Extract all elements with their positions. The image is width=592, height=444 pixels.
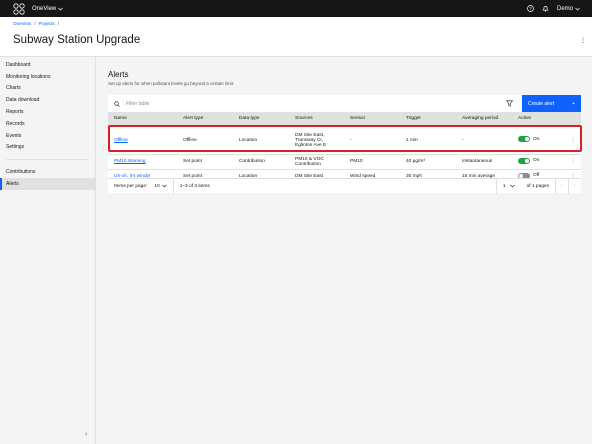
- sidebar-item-alerts[interactable]: Alerts: [0, 178, 95, 190]
- breadcrumb-separator: /: [57, 21, 59, 26]
- sidebar-item-events[interactable]: Events: [0, 130, 95, 142]
- overflow-menu-icon[interactable]: ⋮: [580, 37, 586, 44]
- section-title: Alerts: [108, 70, 129, 79]
- create-alert-button[interactable]: Create alert +: [522, 95, 581, 112]
- sidebar-item-monitoring-locations[interactable]: Monitoring locations: [0, 71, 95, 83]
- total-pages: of 1 pages: [526, 183, 549, 189]
- sidebar-item-settings[interactable]: Settings: [0, 142, 95, 154]
- data-type-cell: Contribution: [233, 153, 289, 169]
- selection-highlight: [108, 125, 582, 152]
- table-toolbar: Filter table Create alert +: [108, 95, 581, 112]
- toggle-switch[interactable]: [518, 157, 530, 164]
- app-name: OneView: [32, 5, 57, 12]
- sidebar-item-label: Events: [6, 132, 22, 139]
- sidebar-item-charts[interactable]: Charts: [0, 83, 95, 95]
- page-value: 1: [502, 183, 506, 189]
- items-per-page-select[interactable]: 10: [154, 183, 167, 189]
- section-description: Set up alerts for when pollutant levels …: [108, 81, 235, 86]
- page-header: OneView / Projects / Subway Station Upgr…: [0, 17, 592, 57]
- sidebar-item-data-download[interactable]: Data download: [0, 94, 95, 106]
- sidebar: Dashboard Monitoring locations Charts Da…: [0, 57, 96, 444]
- sidebar-item-label: Alerts: [6, 181, 19, 188]
- app-switcher[interactable]: OneView: [32, 6, 63, 12]
- breadcrumb: OneView / Projects /: [13, 21, 59, 26]
- pagination: Items per page: 10 1–3 of 3 items 1 of 1…: [108, 178, 581, 194]
- breadcrumb-link-oneview[interactable]: OneView: [13, 21, 31, 26]
- user-name: Demo: [556, 5, 573, 12]
- sidebar-item-label: Charts: [6, 85, 21, 92]
- previous-page-icon[interactable]: ‹: [555, 178, 568, 194]
- alert-name-cell[interactable]: PM10 Warning: [108, 153, 177, 169]
- items-per-page-value: 10: [154, 183, 160, 189]
- filter-placeholder: Filter table: [126, 100, 150, 107]
- sidebar-item-label: Monitoring locations: [6, 73, 51, 80]
- sidebar-item-records[interactable]: Records: [0, 118, 95, 130]
- user-menu[interactable]: Demo: [557, 6, 580, 12]
- row-overflow-menu-icon[interactable]: ⋮: [565, 153, 581, 169]
- sidebar-item-label: Data download: [6, 97, 40, 104]
- sidebar-item-reports[interactable]: Reports: [0, 106, 95, 118]
- search-icon: [114, 100, 120, 107]
- column-header-active[interactable]: Active: [512, 112, 565, 126]
- alert-name-link[interactable]: PM10 Warning: [114, 159, 146, 164]
- breadcrumb-link-projects[interactable]: Projects: [38, 21, 54, 26]
- main-content: Alerts Set up alerts for when pollutant …: [96, 57, 592, 444]
- collapse-sidebar-icon[interactable]: ‹: [85, 431, 87, 438]
- alert-type-cell: Set point: [177, 153, 233, 169]
- column-header-name[interactable]: Name: [108, 112, 177, 126]
- sidebar-item-label: Dashboard: [6, 61, 31, 68]
- app-logo-icon[interactable]: [13, 2, 25, 15]
- items-per-page-label: Items per page:: [114, 183, 148, 189]
- next-page-icon[interactable]: ›: [568, 178, 581, 194]
- chevron-down-icon: [161, 184, 167, 188]
- notification-bell-icon[interactable]: [542, 5, 549, 12]
- chevron-down-icon: [58, 7, 63, 10]
- create-alert-label: Create alert: [528, 100, 555, 107]
- top-bar: OneView ? Demo: [0, 0, 592, 17]
- sidebar-item-label: Settings: [6, 144, 25, 151]
- sidebar-item-label: Records: [6, 120, 25, 127]
- page-select[interactable]: 1: [495, 178, 521, 194]
- column-header-averaging-period[interactable]: Averaging period: [456, 112, 512, 126]
- chevron-down-icon: [575, 7, 580, 10]
- column-header-sources[interactable]: Sources: [289, 112, 344, 126]
- source-line: Contribution: [295, 161, 321, 167]
- filter-input[interactable]: Filter table: [108, 95, 502, 112]
- sidebar-item-dashboard[interactable]: Dashboard: [0, 59, 95, 71]
- table-row[interactable]: PM10 Warning Set point Contribution PM10…: [108, 153, 581, 169]
- chevron-down-icon: [509, 184, 515, 188]
- active-cell: On: [512, 153, 565, 169]
- averaging-cell: Instantaneous: [456, 153, 512, 169]
- column-header-actions: [565, 112, 581, 126]
- sidebar-item-contributions[interactable]: Contributions: [0, 166, 95, 178]
- help-icon[interactable]: ?: [527, 5, 534, 12]
- column-header-sensor[interactable]: Sensor: [344, 112, 400, 126]
- sidebar-item-label: Reports: [6, 109, 24, 116]
- column-header-data-type[interactable]: Data type: [233, 112, 289, 126]
- sidebar-item-label: Contributions: [6, 169, 36, 176]
- filter-icon[interactable]: [502, 100, 516, 107]
- page-title: Subway Station Upgrade: [13, 34, 141, 46]
- table-header-row: Name Alert type Data type Sources Sensor…: [108, 112, 581, 126]
- breadcrumb-separator: /: [34, 21, 36, 26]
- active-toggle[interactable]: On: [518, 157, 540, 164]
- svg-text:?: ?: [529, 6, 532, 11]
- sidebar-divider: [6, 159, 89, 161]
- toggle-label: On: [533, 158, 540, 163]
- plus-icon: +: [572, 100, 575, 107]
- item-range: 1–3 of 3 items: [179, 183, 210, 189]
- sensor-cell: PM10: [344, 153, 400, 169]
- column-header-trigger[interactable]: Trigger: [400, 112, 456, 126]
- trigger-cell: 40 µg/m³: [400, 153, 456, 169]
- sources-cell: PM10 & VOC Contribution: [289, 153, 344, 169]
- column-header-alert-type[interactable]: Alert type: [177, 112, 233, 126]
